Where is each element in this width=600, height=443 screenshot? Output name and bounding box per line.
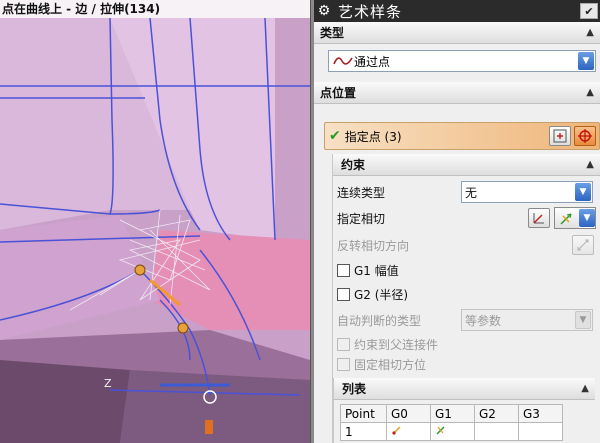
type-dropdown-value: 通过点 <box>354 54 391 69</box>
column-header[interactable]: Point <box>340 404 387 423</box>
section-list-label: 列表 <box>342 382 367 396</box>
reverse-direction-button[interactable] <box>572 235 594 255</box>
g1-constraint-icon <box>436 426 445 435</box>
auto-type-dropdown[interactable]: 等参数 ▼ <box>461 309 593 331</box>
collapse-arrow-icon[interactable]: ▲ <box>586 27 594 38</box>
dialog-titlebar: ⚙ 艺术样条 ✔ <box>314 0 600 22</box>
inferred-vector-dropdown[interactable]: ▼ <box>554 207 596 229</box>
fix-tangent-checkbox[interactable] <box>337 357 350 371</box>
model-graphics: Z <box>0 0 310 443</box>
inferred-vector-icon <box>555 208 579 228</box>
type-dropdown[interactable]: 通过点 ▼ <box>328 50 596 72</box>
auto-type-label: 自动判断的类型 <box>337 313 422 328</box>
collapse-arrow-icon[interactable]: ▲ <box>586 87 594 98</box>
specify-point-row[interactable]: ✔ 指定点 (3) <box>324 122 600 150</box>
column-header[interactable]: G3 <box>518 404 563 423</box>
continuity-row: 连续类型 无 ▼ <box>333 180 600 204</box>
reverse-tangent-row: 反转相切方向 <box>333 232 600 258</box>
section-constraints-header[interactable]: 约束 ▲ <box>333 154 600 176</box>
specify-point-label: 指定点 (3) <box>344 129 402 144</box>
auto-type-row: 自动判断的类型 等参数 ▼ <box>333 306 600 334</box>
tangent-label: 指定相切 <box>337 211 386 226</box>
section-point-position-header[interactable]: 点位置 ▲ <box>314 82 600 104</box>
column-header[interactable]: G2 <box>474 404 519 423</box>
section-list-header[interactable]: 列表 ▲ <box>334 378 595 400</box>
chevron-down-icon[interactable]: ▼ <box>579 209 595 227</box>
section-type-header[interactable]: 类型 ▲ <box>314 22 600 44</box>
constrain-parent-label: 约束到父连接件 <box>354 337 439 352</box>
graphics-viewport[interactable]: Z 点在曲线上 - 边 / 拉伸(134) <box>0 0 310 443</box>
table-cell[interactable]: 1 <box>340 422 387 441</box>
table-cell[interactable] <box>474 422 519 441</box>
section-type-label: 类型 <box>320 26 345 40</box>
collapse-arrow-icon[interactable]: ▲ <box>586 159 594 170</box>
spline-curve-icon <box>333 57 353 65</box>
spline-point-2[interactable] <box>177 322 189 334</box>
table-row[interactable]: 1 <box>340 422 563 441</box>
g0-constraint-icon <box>392 426 401 435</box>
crosshair-icon <box>578 129 592 143</box>
dialog-title: 艺术样条 <box>338 2 403 21</box>
column-header[interactable]: G1 <box>430 404 475 423</box>
gear-icon[interactable]: ⚙ <box>316 3 332 19</box>
check-icon[interactable]: ✔ <box>580 3 598 19</box>
g1-magnitude-checkbox[interactable] <box>337 263 350 277</box>
column-header[interactable]: G0 <box>386 404 431 423</box>
point-dialog-button[interactable] <box>549 126 571 146</box>
g1-magnitude-label: G1 幅值 <box>354 263 399 278</box>
g2-radius-row[interactable]: G2 (半径) <box>333 282 600 306</box>
axis-z-label: Z <box>104 377 112 390</box>
studio-spline-dialog: ⚙ 艺术样条 ✔ 类型 ▲ 通过点 ▼ 点位置 ▲ ✔ 指定点 (3) 约束 ▲… <box>314 0 600 443</box>
continuity-dropdown-value: 无 <box>465 185 478 200</box>
fix-tangent-row[interactable]: 固定相切方位 <box>333 354 600 374</box>
point-constructor-icon <box>553 129 567 143</box>
list-subpanel: 列表 ▲ Point G0 G1 G2 G3 1 <box>333 378 595 443</box>
collapse-arrow-icon[interactable]: ▲ <box>581 383 589 394</box>
chevron-down-icon[interactable]: ▼ <box>575 183 591 201</box>
g1-magnitude-row[interactable]: G1 幅值 <box>333 258 600 282</box>
g2-radius-label: G2 (半径) <box>354 287 409 302</box>
reverse-tangent-label: 反转相切方向 <box>337 238 410 253</box>
section-point-position-label: 点位置 <box>320 86 357 100</box>
constrain-parent-row[interactable]: 约束到父连接件 <box>333 334 600 354</box>
tangent-row: 指定相切 ▼ <box>333 204 600 232</box>
tangent-vector-button[interactable] <box>528 208 550 228</box>
table-cell[interactable] <box>518 422 563 441</box>
snap-marker <box>205 420 213 434</box>
checkmark-icon: ✔ <box>329 128 341 144</box>
continuity-label: 连续类型 <box>337 185 386 200</box>
section-constraints-label: 约束 <box>341 158 366 172</box>
constraints-subpanel: 约束 ▲ 连续类型 无 ▼ 指定相切 ▼ 反转相切方向 G1 幅值 G2 (半径… <box>332 154 600 443</box>
vector-constructor-icon <box>533 213 544 224</box>
fix-tangent-label: 固定相切方位 <box>354 357 427 372</box>
table-cell[interactable] <box>430 422 475 441</box>
point-list-table: Point G0 G1 G2 G3 1 <box>340 404 563 441</box>
selection-status-text: 点在曲线上 - 边 / 拉伸(134) <box>0 0 310 18</box>
g2-radius-checkbox[interactable] <box>337 287 350 301</box>
chevron-down-icon[interactable]: ▼ <box>578 52 594 70</box>
constrain-parent-checkbox[interactable] <box>337 337 350 351</box>
continuity-dropdown[interactable]: 无 ▼ <box>461 181 593 203</box>
spline-point-1[interactable] <box>134 264 146 276</box>
point-snap-button[interactable] <box>574 126 596 146</box>
chevron-down-icon[interactable]: ▼ <box>575 311 591 329</box>
auto-type-dropdown-value: 等参数 <box>465 313 502 328</box>
table-header-row: Point G0 G1 G2 G3 <box>340 404 563 423</box>
reverse-direction-icon <box>577 239 589 251</box>
table-cell[interactable] <box>386 422 431 441</box>
